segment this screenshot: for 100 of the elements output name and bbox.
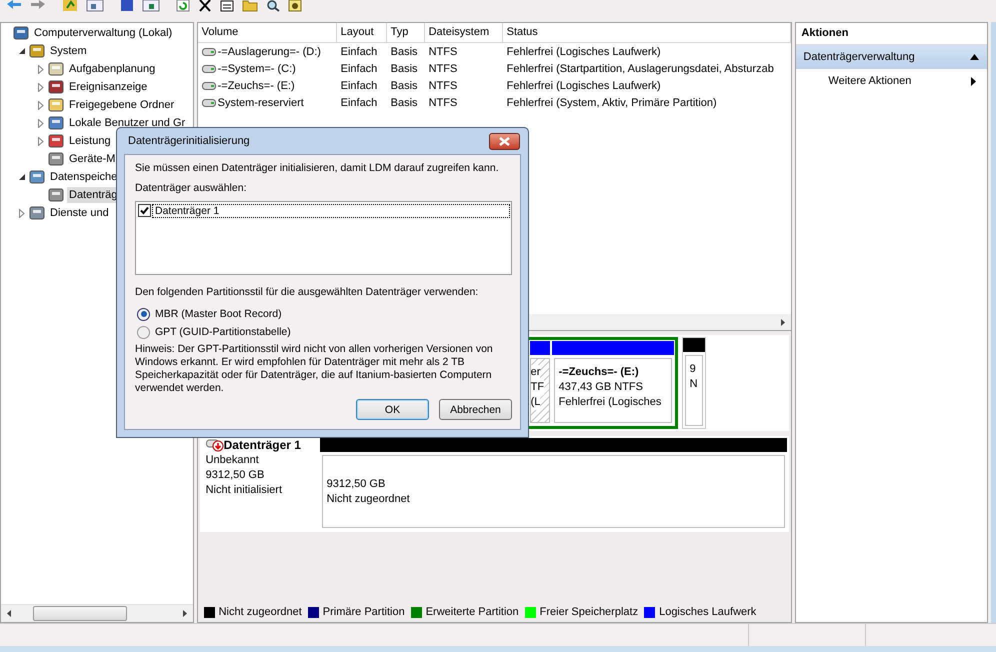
partition-text: N (690, 377, 698, 392)
partition-text: TF (530, 380, 544, 395)
tree-item[interactable]: Datenspeiche (48, 169, 120, 185)
collapsed-arrow-icon[interactable] (19, 208, 25, 218)
table-cell: Einfach (340, 96, 378, 108)
drive-icon (202, 64, 216, 72)
expanded-arrow-icon[interactable] (18, 174, 26, 180)
table-cell: -=Auslagerung=- (D:) (218, 46, 321, 58)
disk-info: Unbekannt (206, 453, 260, 468)
table-cell: Einfach (340, 80, 378, 92)
legend-label: Primäre Partition (322, 606, 405, 618)
submenu-arrow-icon (971, 76, 976, 86)
radio-button[interactable] (137, 308, 150, 320)
magnifier-icon[interactable] (266, 0, 280, 12)
column-header[interactable]: Status (502, 23, 792, 42)
partition-text: Fehlerfrei (Logisches (558, 395, 662, 410)
partition-text: er (530, 365, 540, 380)
tree-item[interactable]: Aufgabenplanung (67, 61, 158, 77)
actions-section[interactable]: Datenträgerverwaltung (796, 45, 988, 69)
collapse-arrow-icon (970, 54, 980, 60)
table-cell: Basis (390, 80, 418, 92)
column-header[interactable]: Volume (198, 23, 337, 42)
column-header[interactable]: Dateisystem (424, 23, 503, 42)
cancel-button[interactable]: Abbrechen (439, 399, 512, 420)
close-button[interactable] (489, 132, 520, 150)
collapsed-arrow-icon[interactable] (38, 136, 44, 146)
delete-icon[interactable] (198, 0, 212, 12)
table-cell: Einfach (340, 46, 378, 58)
column-header[interactable]: Typ (386, 23, 425, 42)
disk-name: Datenträger 1 (224, 438, 301, 453)
hint-text: Hinweis: Der GPT-Partitionsstil wird nicht von allen vorherigen Versionen von Windows erkannt. Er wird empfohlen für Datenträger mit mehr als 2 TB Speicherkapazität oder für Datenträger, die auf Itanium-basierten Computern verwendet werden. (135, 343, 494, 395)
table-cell: Fehlerfrei (System, Aktiv, Primäre Partition) (506, 96, 717, 108)
collapsed-arrow-icon[interactable] (38, 100, 44, 110)
intro-text: Sie müssen einen Datenträger initialisieren, damit LDM darauf zugreifen kann. (135, 161, 500, 175)
partition-text: 9 (690, 362, 697, 377)
scroll-thumb[interactable] (33, 606, 127, 621)
legend-label: Logisches Laufwerk (659, 606, 756, 618)
partition-text: 9312,50 GB (326, 476, 386, 492)
refresh-icon[interactable] (176, 0, 190, 12)
tree-item[interactable]: Leistung (67, 133, 113, 149)
partition-text: Nicht zugeordnet (326, 492, 411, 506)
radio-label[interactable]: MBR (Master Boot Record) (155, 308, 282, 320)
tree-item[interactable]: Geräte-M (67, 151, 118, 167)
table-cell: NTFS (428, 96, 458, 108)
drive-icon (202, 98, 216, 106)
tree-item[interactable]: Dienste und (48, 205, 111, 221)
table-cell: Fehlerfrei (Logisches Laufwerk) (506, 80, 661, 92)
close-icon (499, 136, 510, 146)
partition-text: 437,43 GB NTFS (558, 380, 644, 395)
tree-item[interactable]: Ereignisanzeige (67, 79, 150, 95)
back-icon[interactable] (6, 0, 22, 12)
legend-label: Erweiterte Partition (426, 606, 519, 618)
collapsed-arrow-icon[interactable] (38, 64, 44, 74)
partition-block[interactable]: 9 N (682, 337, 706, 429)
partition-name: -=Zeuchs=- (E:) (558, 365, 640, 380)
table-cell: Fehlerfrei (Logisches Laufwerk) (506, 46, 661, 58)
disk-select-label: Datenträger auswählen: (135, 181, 248, 195)
drive-icon (202, 82, 216, 90)
table-cell: Basis (390, 96, 418, 108)
tree-item[interactable]: System (48, 43, 89, 59)
column-header[interactable]: Layout (336, 23, 387, 42)
disk-info: 9312,50 GB (206, 468, 266, 483)
checkbox[interactable] (138, 204, 151, 217)
legend-label: Freier Speicherplatz (540, 606, 638, 618)
ok-button[interactable]: OK (356, 399, 429, 420)
horizontal-scrollbar[interactable] (1, 604, 193, 622)
action-item[interactable]: Weitere Aktionen (796, 69, 988, 93)
table-cell: Basis (390, 62, 418, 74)
folder-up-icon[interactable] (62, 0, 78, 12)
properties-icon[interactable] (220, 0, 234, 12)
collapsed-arrow-icon[interactable] (38, 118, 44, 128)
partition-text: (L (530, 395, 540, 410)
table-cell: NTFS (428, 62, 458, 74)
table-cell: System-reserviert (218, 96, 304, 108)
table-cell: -=Zeuchs=- (E:) (218, 80, 295, 92)
legend-label: Nicht zugeordnet (218, 606, 302, 618)
list-item[interactable]: Datenträger 1 (153, 204, 509, 216)
scroll-right-icon[interactable] (182, 610, 187, 617)
tree-item[interactable]: Computerverwaltung (Lokal) (32, 25, 174, 41)
collapsed-arrow-icon[interactable] (38, 82, 44, 92)
table-cell: Basis (390, 46, 418, 58)
table-cell: NTFS (428, 46, 458, 58)
partition-style-label: Den folgenden Partitionsstil für die ausgewählten Datenträger verwenden: (135, 285, 480, 299)
disk-warning-icon (206, 439, 224, 452)
disk-info: Nicht initialisiert (206, 483, 284, 498)
scroll-left-icon[interactable] (7, 610, 11, 617)
disk-list[interactable]: Datenträger 1 (135, 201, 512, 275)
radio-label[interactable]: GPT (GUID-Partitionstabelle) (155, 326, 291, 338)
table-cell: -=System=- (C:) (218, 62, 296, 74)
tree-item[interactable]: Freigegebene Ordner (67, 97, 176, 113)
scroll-right-icon[interactable] (781, 318, 786, 326)
table-cell: Einfach (340, 62, 378, 74)
dialog-title: Datenträgerinitialisierung (127, 135, 250, 147)
table-cell: NTFS (428, 80, 458, 92)
forward-icon[interactable] (30, 0, 46, 12)
table-cell: Fehlerfrei (Startpartition, Auslagerungsdatei, Absturzab (506, 62, 774, 74)
drive-icon (202, 48, 216, 56)
tree-item[interactable]: Lokale Benutzer und Gr (67, 115, 188, 131)
radio-button[interactable] (137, 326, 150, 338)
expanded-arrow-icon[interactable] (18, 48, 26, 54)
